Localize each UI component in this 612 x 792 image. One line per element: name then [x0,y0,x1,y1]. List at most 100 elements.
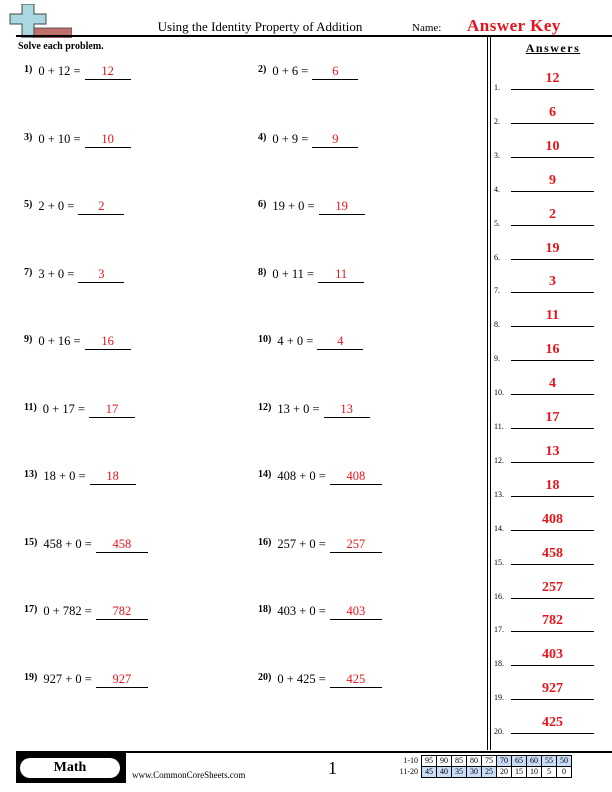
problem-item: 9) 0 + 16 = 16 [24,334,131,350]
answer-blank[interactable]: 19 [318,199,365,215]
score-cell: 0 [556,766,572,778]
score-cell: 65 [511,755,527,767]
problem-expression: 0 + 12 = [38,64,81,78]
score-cell: 75 [481,755,497,767]
answer-blank[interactable]: 3 [78,267,125,283]
answer-key-row: 15. 458 [494,546,604,567]
answer-blank[interactable]: 927 [95,672,148,688]
answer-key-number: 9. [494,354,500,364]
answer-key-number: 6. [494,252,500,262]
problem-expression: 19 + 0 = [272,199,315,213]
site-url: www.CommonCoreSheets.com [132,770,246,780]
answer-key-number: 8. [494,320,500,330]
name-value: Answer Key [467,16,561,35]
problem-item: 8) 0 + 11 = 11 [258,266,365,283]
problem-number: 10) [258,334,272,345]
answer-key-line [511,631,594,633]
score-cell: 35 [451,766,467,778]
answer-key-value: 2 [549,206,556,222]
problem-item: 1) 0 + 12 = 12 [24,64,131,80]
answer-key-row: 2. 6 [494,105,604,126]
problem-expression: 0 + 425 = [277,671,326,686]
answer-key-number: 18. [494,659,504,669]
answer-key-value: 10 [545,138,560,154]
problem-number: 18) [258,604,272,615]
answer-key-value: 257 [542,579,563,595]
problem-item: 3) 0 + 10 = 10 [24,132,131,148]
answer-key-number: 3. [494,150,500,160]
score-cell: 45 [421,766,437,778]
answer-key-line [511,360,594,362]
problem-item: 18) 403 + 0 = 403 [258,604,382,620]
problem-expression: 0 + 9 = [272,131,309,146]
problem-expression: 408 + 0 = [277,469,326,483]
answer-key-value: 19 [545,240,560,256]
answer-blank[interactable]: 18 [89,469,136,485]
problem-expression: 18 + 0 = [43,469,86,483]
problem-expression: 0 + 17 = [42,401,86,416]
answer-blank[interactable]: 17 [89,402,136,418]
answer-key-value: 9 [549,172,556,188]
problem-item: 16) 257 + 0 = 257 [258,537,382,553]
answer-key-value: 403 [542,647,563,663]
answer-key-line [511,394,594,396]
answer-blank[interactable]: 408 [329,469,382,485]
problem-item: 13) 18 + 0 = 18 [24,469,136,485]
answer-blank[interactable]: 4 [317,334,364,350]
problem-item: 6) 19 + 0 = 19 [258,199,365,215]
problem-number: 9) [24,334,33,345]
answer-blank[interactable]: 9 [312,132,359,148]
answer-key-number: 14. [494,523,504,533]
answer-key-row: 20. 425 [494,715,604,736]
problem-expression: 3 + 0 = [38,266,75,281]
score-cell: 50 [556,755,572,767]
problem-number: 13) [24,469,38,480]
answer-blank[interactable]: 782 [95,604,148,620]
answer-key-number: 11. [494,422,504,431]
problem-expression: 4 + 0 = [277,334,314,348]
problem-item: 12) 13 + 0 = 13 [258,402,370,418]
score-cell: 25 [481,766,497,778]
answer-key-line [511,529,594,531]
score-cell: 90 [436,755,452,767]
problem-item: 20) 0 + 425 = 425 [258,672,382,688]
answer-blank[interactable]: 16 [84,334,131,350]
answer-blank[interactable]: 10 [84,132,131,148]
answer-key-number: 2. [494,116,500,126]
problem-item: 19) 927 + 0 = 927 [24,672,148,688]
answer-key-line [511,89,594,90]
answer-blank[interactable]: 2 [78,199,125,215]
problem-number: 8) [258,266,267,278]
answer-key-line [511,326,594,328]
answer-blank[interactable]: 12 [84,64,131,80]
answers-heading: Answers [525,41,581,55]
answer-key-line [511,733,594,735]
score-cell: 15 [511,766,527,778]
answer-key-line [511,258,594,260]
answer-key-line [511,428,594,429]
problem-item: 10) 4 + 0 = 4 [258,334,364,350]
problem-item: 11) 0 + 17 = 17 [24,401,136,418]
answer-blank[interactable]: 458 [95,537,148,553]
problem-expression: 0 + 16 = [38,334,81,348]
answer-key-row: 4. 9 [494,172,604,194]
answer-blank[interactable]: 403 [329,604,382,620]
answer-blank[interactable]: 257 [329,537,382,553]
answer-key-line [511,461,594,463]
answer-blank[interactable]: 13 [323,402,370,418]
answer-key-number: 19. [494,693,504,703]
answer-key-row: 11. 17 [494,410,604,431]
problem-expression: 257 + 0 = [277,536,326,551]
score-cell: 20 [496,766,512,778]
score-grid: 95 90 85 80 75 70 65 60 55 50 45 40 35 30 25 20 15 10 5 0 [421,755,572,778]
answer-blank[interactable]: 11 [318,267,365,283]
answer-key-row: 1. 12 [494,71,604,92]
answer-key-row: 12. 13 [494,444,604,465]
answer-key-row: 7. 3 [494,274,604,295]
answer-blank[interactable]: 425 [329,672,382,688]
page-number: 1 [328,758,337,778]
answer-blank[interactable]: 6 [312,64,359,80]
problem-expression: 458 + 0 = [43,536,92,551]
problem-item: 14) 408 + 0 = 408 [258,469,382,485]
problem-number: 6) [258,199,267,210]
